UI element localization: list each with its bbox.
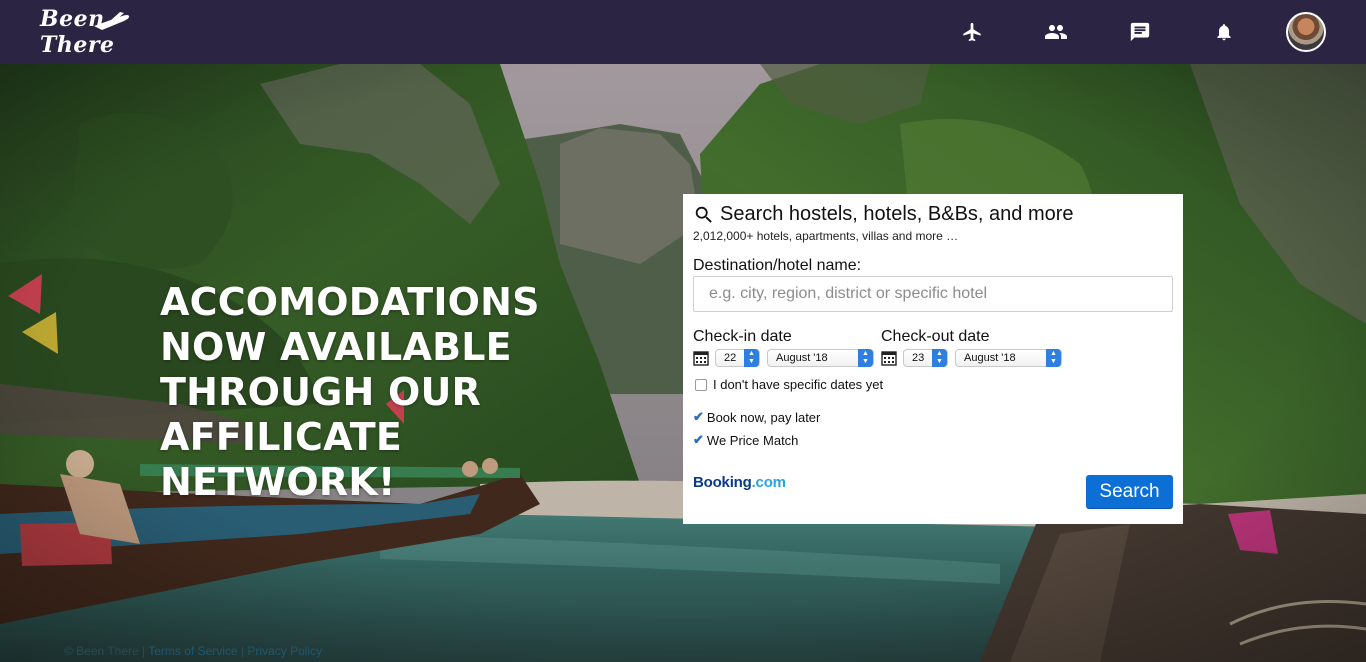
checkout-month-select[interactable]: August '18 ▲ ▼: [955, 349, 1062, 367]
chat-icon[interactable]: [1126, 18, 1154, 46]
widget-title: Search hostels, hotels, B&Bs, and more: [720, 203, 1074, 225]
search-button[interactable]: Search: [1086, 475, 1173, 509]
checkout-label: Check-out date: [881, 328, 990, 345]
footer-copyright: © Been There: [64, 644, 139, 658]
chevron-updown-icon: ▲ ▼: [858, 349, 873, 367]
booking-tld: .com: [751, 474, 786, 491]
feature-item: ✔ We Price Match: [693, 432, 798, 448]
checkin-day-value: 22: [724, 352, 737, 364]
privacy-link[interactable]: Privacy Policy: [247, 644, 322, 658]
search-icon: [695, 206, 712, 223]
chevron-updown-icon: ▲ ▼: [932, 349, 947, 367]
booking-brand: Booking: [693, 474, 752, 491]
user-avatar[interactable]: [1286, 12, 1326, 52]
feature-label: Book now, pay later: [706, 409, 821, 425]
top-navbar: Been There: [0, 0, 1366, 64]
widget-subtitle: 2,012,000+ hotels, apartments, villas an…: [693, 229, 959, 243]
checkout-day-value: 23: [912, 352, 925, 364]
chevron-updown-icon: ▲ ▼: [1046, 349, 1061, 367]
no-dates-checkbox[interactable]: [695, 378, 707, 391]
destination-label: Destination/hotel name:: [693, 257, 862, 274]
feature-item: ✔ Book now, pay later: [693, 409, 820, 425]
checkin-day-select[interactable]: 22 ▲ ▼: [715, 349, 760, 367]
hotel-search-widget: Search hostels, hotels, B&Bs, and more 2…: [683, 194, 1183, 524]
plane-icon[interactable]: [958, 18, 986, 46]
hero-section: ACCOMODATIONS NOW AVAILABLE THROUGH OUR …: [0, 64, 1366, 662]
checkin-month-value: August '18: [776, 352, 828, 364]
bell-icon[interactable]: [1210, 18, 1238, 46]
logo-plane-icon: [94, 12, 130, 30]
checkout-calendar-icon[interactable]: [881, 350, 897, 366]
booking-com-logo[interactable]: Booking.com: [693, 474, 786, 491]
check-icon: ✔: [693, 409, 704, 424]
hero-headline: ACCOMODATIONS NOW AVAILABLE THROUGH OUR …: [160, 280, 540, 504]
checkin-month-select[interactable]: August '18 ▲ ▼: [767, 349, 874, 367]
no-dates-option[interactable]: I don't have specific dates yet: [695, 377, 883, 392]
widget-title-row: Search hostels, hotels, B&Bs, and more: [693, 203, 1074, 226]
destination-input[interactable]: [693, 276, 1173, 312]
checkout-day-select[interactable]: 23 ▲ ▼: [903, 349, 948, 367]
checkin-label: Check-in date: [693, 328, 792, 345]
no-dates-label: I don't have specific dates yet: [713, 377, 884, 392]
terms-link[interactable]: Terms of Service: [148, 644, 237, 658]
chevron-updown-icon: ▲ ▼: [744, 349, 759, 367]
page-footer: © Been There | Terms of Service | Privac…: [64, 644, 323, 658]
feature-label: We Price Match: [706, 432, 799, 448]
been-there-logo[interactable]: Been There: [40, 6, 170, 58]
people-icon[interactable]: [1042, 18, 1070, 46]
check-icon: ✔: [693, 432, 704, 447]
checkout-month-value: August '18: [964, 352, 1016, 364]
checkin-calendar-icon[interactable]: [693, 350, 709, 366]
